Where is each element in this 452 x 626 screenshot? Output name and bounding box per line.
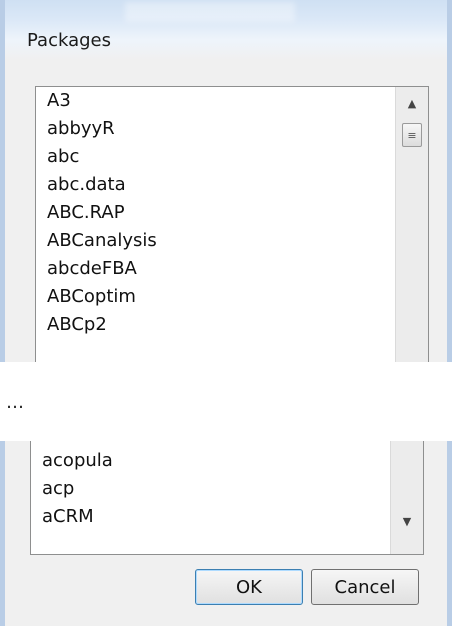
scroll-up-arrow-icon[interactable]: ▲ <box>396 91 428 115</box>
list-item[interactable]: ABCoptim <box>47 285 136 309</box>
packages-dialog-bottom: acopula acp aCRM ▼ OK Cancel <box>0 441 452 626</box>
list-item[interactable]: ABCp2 <box>47 313 107 337</box>
list-item[interactable]: aCRM <box>42 505 94 529</box>
list-item[interactable]: ABC.RAP <box>47 201 125 225</box>
packages-dialog-top: Packages A3 abbyyR abc abc.data ABC.RAP … <box>0 0 452 362</box>
omitted-content-ellipsis: … <box>6 392 24 413</box>
dialog-title: Packages <box>27 30 111 51</box>
list-item[interactable]: abc.data <box>47 173 126 197</box>
list-item[interactable]: abc <box>47 145 79 169</box>
list-item[interactable]: A3 <box>47 89 71 113</box>
vertical-scrollbar-bottom[interactable]: ▼ <box>390 441 423 554</box>
list-item[interactable]: acopula <box>42 449 113 473</box>
list-item[interactable]: ABCanalysis <box>47 229 157 253</box>
title-bar-blur <box>125 2 295 22</box>
cancel-button[interactable]: Cancel <box>311 569 419 605</box>
scrollbar-thumb[interactable]: ≡ <box>402 123 422 147</box>
packages-listbox-bottom[interactable]: acopula acp aCRM ▼ <box>30 441 424 555</box>
list-item[interactable]: acp <box>42 477 74 501</box>
vertical-scrollbar[interactable]: ▲ ≡ <box>395 87 428 362</box>
ok-button[interactable]: OK <box>195 569 303 605</box>
packages-listbox[interactable]: A3 abbyyR abc abc.data ABC.RAP ABCanalys… <box>35 86 429 362</box>
grip-icon: ≡ <box>407 128 417 142</box>
list-item[interactable]: abcdeFBA <box>47 257 137 281</box>
scroll-down-arrow-icon[interactable]: ▼ <box>391 509 423 533</box>
list-item[interactable]: abbyyR <box>47 117 115 141</box>
